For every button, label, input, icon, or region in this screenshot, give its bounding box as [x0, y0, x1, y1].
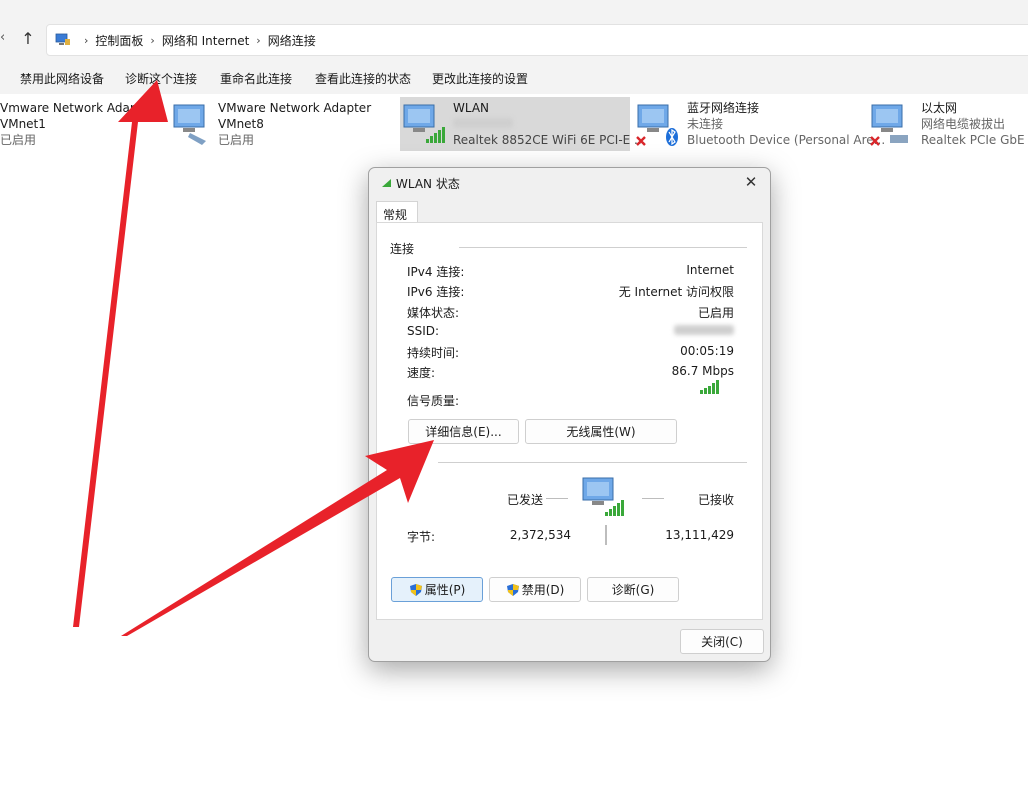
received-line: [642, 498, 664, 499]
ipv6-label: IPv6 连接:: [407, 285, 465, 299]
adapter-status: 已启用: [218, 133, 255, 147]
diagnose-connection-command[interactable]: 诊断这个连接: [125, 70, 197, 87]
adapter-ethernet[interactable]: 以太网 网络电缆被拔出 Realtek PCIe GbE Far: [868, 97, 1028, 151]
ssid-label: SSID:: [407, 324, 440, 338]
general-panel: 连接 IPv4 连接: Internet IPv6 连接: 无 Internet…: [376, 222, 763, 620]
bluetooth-adapter-icon: [636, 104, 678, 146]
tab-general[interactable]: 常规: [376, 201, 418, 223]
disable-button-label: 禁用(D): [521, 583, 565, 597]
properties-button-label: 属性(P): [424, 583, 466, 597]
view-status-command[interactable]: 查看此连接的状态: [315, 70, 411, 87]
adapter-line2: VMnet1: [0, 117, 46, 131]
breadcrumb-control-panel[interactable]: 控制面板: [95, 32, 143, 49]
adapter-ssid-redacted: [453, 116, 646, 132]
adapter-name: Vmware Network Adapter: [0, 101, 155, 115]
wifi-adapter-icon: [403, 104, 445, 143]
media-state-label: 媒体状态:: [407, 306, 460, 320]
uac-shield-icon: [506, 583, 519, 596]
adapter-line2: VMnet8: [218, 117, 264, 131]
received-label: 已接收: [697, 493, 734, 507]
disable-button[interactable]: 禁用(D): [489, 577, 581, 602]
bytes-received-value: 13,111,429: [665, 528, 734, 542]
uac-shield-icon: [409, 583, 422, 596]
adapter-name: WLAN: [453, 101, 490, 115]
connection-group-label: 连接: [390, 242, 415, 256]
adapter-name: VMware Network Adapter: [218, 101, 372, 115]
rename-connection-command[interactable]: 重命名此连接: [220, 70, 292, 87]
ipv6-value: 无 Internet 访问权限: [618, 285, 734, 299]
wifi-signal-icon: [382, 179, 391, 187]
close-button[interactable]: 关闭(C): [680, 629, 764, 654]
ipv4-value: Internet: [686, 263, 734, 277]
breadcrumb-separator: ›: [84, 33, 89, 47]
adapter-vmnet1[interactable]: Vmware Network Adapter VMnet1 已启用: [0, 97, 165, 151]
ipv4-label: IPv4 连接:: [407, 265, 465, 279]
signal-bars-icon: [700, 380, 719, 394]
adapter-status: Bluetooth Device (Personal Are...: [687, 133, 886, 147]
activity-divider: [438, 462, 747, 463]
properties-button[interactable]: 属性(P): [391, 577, 483, 602]
ethernet-adapter-icon: [870, 104, 908, 146]
address-bar[interactable]: › 控制面板 › 网络和 Internet › 网络连接: [46, 24, 1028, 56]
annotation-arrow-up: [73, 80, 168, 627]
window-top-strip: [0, 0, 1028, 20]
close-icon[interactable]: ✕: [740, 171, 762, 193]
breadcrumb-separator: ›: [150, 33, 155, 47]
adapter-status: Realtek PCIe GbE Far: [921, 133, 1028, 147]
adapter-bluetooth[interactable]: 蓝牙网络连接 未连接 Bluetooth Device (Personal Ar…: [634, 97, 885, 151]
disable-device-command[interactable]: 禁用此网络设备: [20, 70, 104, 87]
wireless-properties-button[interactable]: 无线属性(W): [525, 419, 677, 444]
wlan-status-dialog: WLAN 状态 ✕ 常规 连接 IPv4 连接: Internet IPv6 连…: [368, 167, 771, 662]
speed-label: 速度:: [407, 366, 436, 380]
back-button[interactable]: ‹: [0, 30, 10, 50]
breadcrumb-network-internet[interactable]: 网络和 Internet: [162, 32, 249, 49]
network-activity-icon: [582, 477, 624, 516]
adapter-name: 以太网: [921, 101, 958, 115]
control-panel-icon: [55, 33, 70, 45]
sent-label: 已发送: [507, 493, 544, 507]
group-divider: [459, 247, 747, 248]
bytes-sent-value: 2,372,534: [509, 528, 571, 542]
bytes-label: 字节:: [407, 530, 436, 544]
adapter-name: 蓝牙网络连接: [687, 101, 760, 115]
bytes-separator: [605, 525, 607, 545]
signal-quality-label: 信号质量:: [407, 394, 460, 408]
address-row: ‹ ↑ › 控制面板 › 网络和 Internet › 网络连接: [0, 20, 1028, 60]
command-bar: 禁用此网络设备 诊断这个连接 重命名此连接 查看此连接的状态 更改此连接的设置: [0, 60, 1028, 94]
change-settings-command[interactable]: 更改此连接的设置: [432, 70, 528, 87]
breadcrumb-separator: ›: [256, 33, 261, 47]
details-button[interactable]: 详细信息(E)...: [408, 419, 519, 444]
up-button[interactable]: ↑: [18, 29, 38, 51]
adapter-wlan[interactable]: WLAN Realtek 8852CE WiFi 6E PCI-E ...: [400, 97, 646, 151]
network-adapter-icon: [173, 104, 206, 145]
duration-value: 00:05:19: [680, 344, 734, 358]
adapter-status: 已启用: [0, 133, 37, 147]
adapter-vmnet8[interactable]: VMware Network Adapter VMnet8 已启用: [168, 97, 393, 151]
adapter-status: Realtek 8852CE WiFi 6E PCI-E ...: [453, 133, 646, 147]
sent-line: [546, 498, 568, 499]
adapter-line2: 未连接: [687, 117, 724, 131]
adapter-line2: 网络电缆被拔出: [921, 117, 1006, 131]
speed-value: 86.7 Mbps: [671, 364, 734, 378]
ssid-value-redacted: [674, 324, 734, 338]
duration-label: 持续时间:: [407, 346, 460, 360]
breadcrumb-network-connections[interactable]: 网络连接: [268, 32, 316, 49]
dialog-title: WLAN 状态: [396, 177, 460, 191]
diagnose-button[interactable]: 诊断(G): [587, 577, 679, 602]
media-state-value: 已启用: [697, 306, 734, 320]
